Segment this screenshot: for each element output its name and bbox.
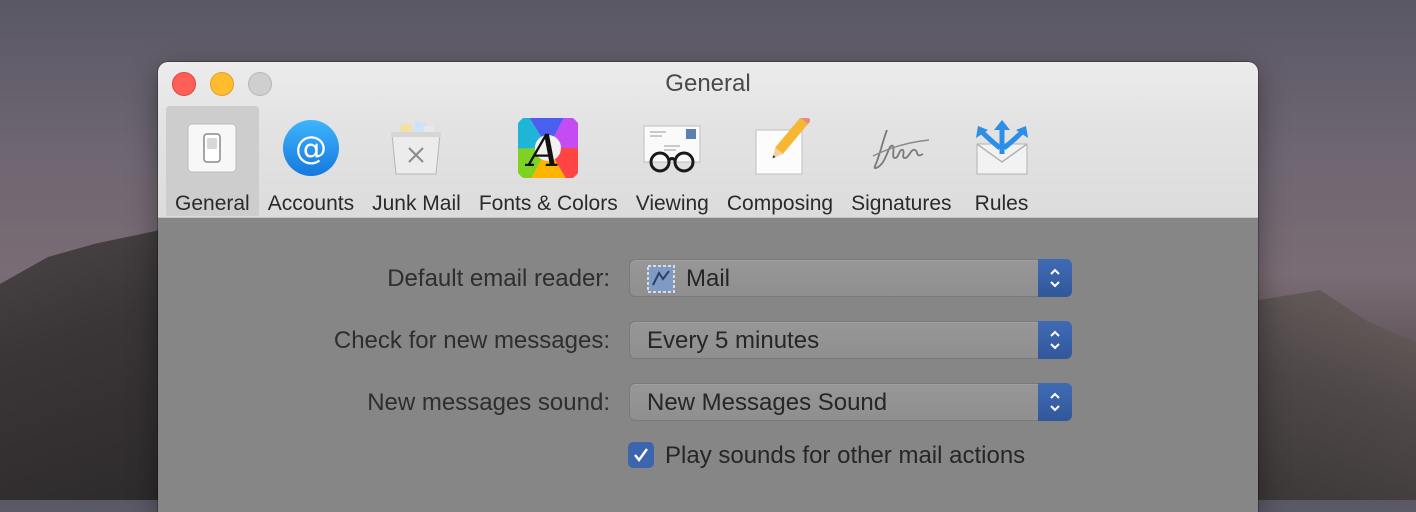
tab-junk-mail-label: Junk Mail	[372, 192, 461, 215]
new-sound-popup[interactable]: New Messages Sound	[629, 383, 1072, 421]
tab-composing[interactable]: Composing	[718, 106, 842, 216]
tab-signatures-label: Signatures	[851, 192, 952, 215]
new-sound-value: New Messages Sound	[647, 389, 888, 416]
trash-bin-icon	[384, 116, 448, 180]
svg-text:A: A	[524, 126, 560, 177]
title-bar: General General @ Accounts Junk Mail A F…	[158, 62, 1258, 218]
tab-general-label: General	[175, 192, 250, 215]
check-messages-row: Check for new messages: Every 5 minutes	[158, 321, 1258, 361]
default-reader-popup[interactable]: Mail	[629, 259, 1072, 297]
tab-general[interactable]: General	[166, 106, 259, 216]
chevron-up-down-icon	[1050, 392, 1060, 412]
default-reader-row: Default email reader: Mail	[158, 259, 1258, 299]
check-messages-value: Every 5 minutes	[647, 327, 820, 354]
desktop-mountain-right	[1256, 290, 1416, 500]
tab-fonts-colors-label: Fonts & Colors	[478, 192, 618, 215]
at-sign-icon: @	[279, 116, 343, 180]
checkmark-icon	[634, 448, 648, 462]
window-title: General	[665, 70, 751, 97]
default-reader-stepper[interactable]	[1038, 259, 1072, 297]
tab-composing-label: Composing	[726, 192, 834, 215]
default-reader-value: Mail	[686, 265, 731, 292]
tab-fonts-colors[interactable]: A Fonts & Colors	[470, 106, 627, 216]
tab-viewing[interactable]: Viewing	[627, 106, 718, 216]
new-sound-stepper[interactable]	[1038, 383, 1072, 421]
play-sounds-checkbox[interactable]	[628, 442, 654, 468]
tab-viewing-label: Viewing	[635, 192, 709, 215]
general-settings-panel: Default email reader: Mail Check for new…	[158, 218, 1258, 512]
preferences-toolbar: General @ Accounts Junk Mail A Fonts & C…	[166, 106, 1043, 216]
new-sound-row: New messages sound: New Messages Sound	[158, 383, 1258, 423]
envelope-arrows-icon	[970, 116, 1034, 180]
chevron-up-down-icon	[1050, 268, 1060, 288]
check-messages-stepper[interactable]	[1038, 321, 1072, 359]
color-wheel-font-icon: A	[516, 116, 580, 180]
default-reader-label: Default email reader:	[387, 265, 610, 292]
check-messages-popup[interactable]: Every 5 minutes	[629, 321, 1072, 359]
mail-stamp-icon	[647, 265, 675, 293]
chevron-up-down-icon	[1050, 330, 1060, 350]
preferences-window: General General @ Accounts Junk Mail A F…	[158, 62, 1258, 512]
tab-signatures[interactable]: Signatures	[842, 106, 960, 216]
tab-rules-label: Rules	[974, 192, 1029, 215]
desktop-mountain-left	[0, 230, 160, 500]
tab-junk-mail[interactable]: Junk Mail	[363, 106, 470, 216]
pencil-paper-icon	[748, 116, 812, 180]
check-messages-label: Check for new messages:	[333, 327, 610, 354]
tab-rules[interactable]: Rules	[961, 106, 1043, 216]
new-sound-label: New messages sound:	[367, 389, 610, 416]
svg-text:@: @	[295, 129, 327, 167]
tab-accounts[interactable]: @ Accounts	[259, 106, 363, 216]
signature-icon	[869, 116, 933, 180]
play-sounds-label: Play sounds for other mail actions	[665, 442, 1026, 469]
switch-icon	[180, 116, 244, 180]
tab-accounts-label: Accounts	[267, 192, 355, 215]
glasses-envelope-icon	[640, 116, 704, 180]
